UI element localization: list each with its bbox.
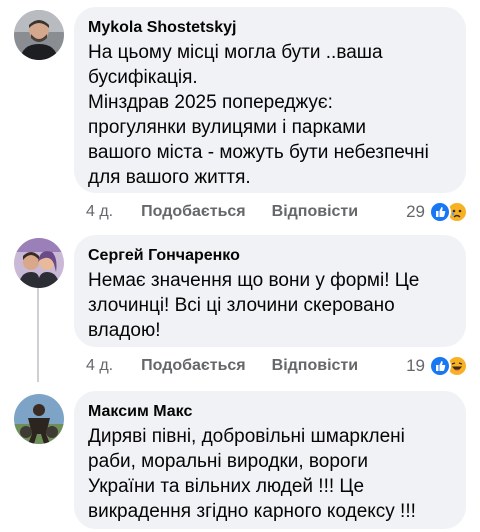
comment-bubble: Сергей Гончаренко Немає значення що вони… (74, 235, 466, 347)
reaction-count: 19 (406, 356, 425, 375)
like-icon (429, 355, 451, 377)
reactions-summary[interactable]: 19 (406, 353, 468, 379)
comment-author[interactable]: Максим Макс (88, 401, 452, 422)
comment-author[interactable]: Mykola Shostetskyj (88, 17, 452, 38)
comment-bubble: Mykola Shostetskyj На цьому місці могла … (74, 7, 466, 193)
like-button[interactable]: Подобається (141, 357, 246, 375)
avatar[interactable] (14, 10, 64, 60)
reaction-count: 29 (406, 202, 425, 221)
comment-actions: 4 д. Подобається Відповісти (86, 353, 358, 379)
comment-text: Диряві півні, добровільні шмарклені раби… (88, 426, 416, 522)
comment-actions: 4 д. Подобається Відповісти (86, 199, 358, 225)
comment-timestamp[interactable]: 4 д. (86, 203, 113, 221)
comment-text: На цьому місці могла бути ..ваша бусифік… (88, 42, 429, 188)
comment-bubble: Максим Макс Диряві півні, добровільні шм… (74, 391, 466, 529)
reply-button[interactable]: Відповісти (272, 203, 358, 221)
avatar[interactable] (14, 394, 64, 444)
reply-button[interactable]: Відповісти (272, 357, 358, 375)
like-icon (429, 201, 451, 223)
comment-timestamp[interactable]: 4 д. (86, 357, 113, 375)
avatar[interactable] (14, 238, 64, 288)
comment-text: Немає значення що вони у формі! Це злочи… (88, 270, 420, 341)
like-button[interactable]: Подобається (141, 203, 246, 221)
reactions-summary[interactable]: 29 (406, 199, 468, 225)
comment-author[interactable]: Сергей Гончаренко (88, 245, 452, 266)
